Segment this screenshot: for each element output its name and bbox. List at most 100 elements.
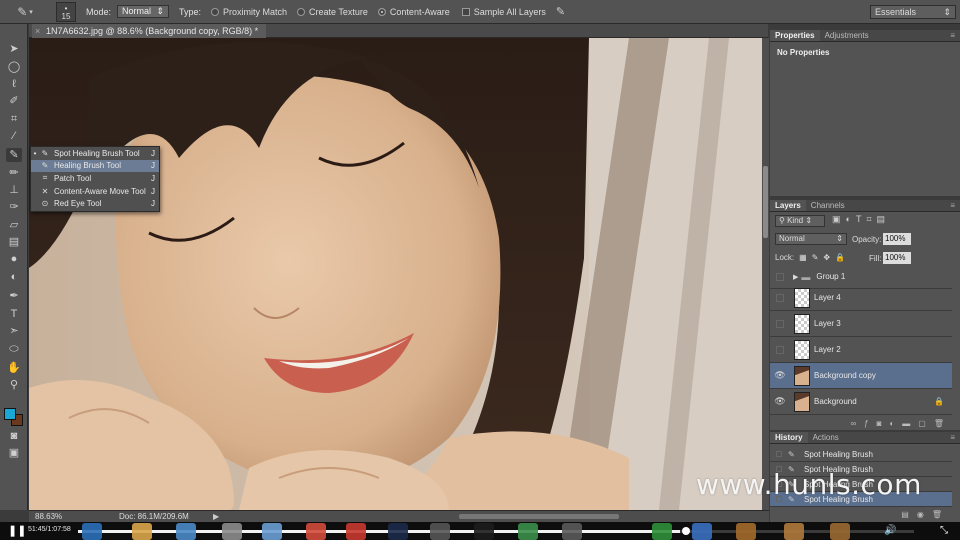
- shape-filter-icon[interactable]: ⌗: [866, 214, 876, 224]
- snapshot-icon[interactable]: ◉: [917, 510, 932, 519]
- dock-app-icon[interactable]: [176, 523, 196, 540]
- type-filter-icon[interactable]: T: [856, 214, 867, 224]
- shape-tool-icon[interactable]: ⬭: [6, 342, 22, 356]
- document-tab[interactable]: × 1N7A6632.jpg @ 88.6% (Background copy, …: [32, 24, 267, 38]
- trash-icon[interactable]: 🗑: [932, 510, 950, 519]
- canvas-vertical-scrollbar[interactable]: [762, 38, 769, 510]
- dock-app-icon[interactable]: [82, 523, 102, 540]
- zoom-level[interactable]: 88.63%: [35, 511, 62, 522]
- clone-stamp-tool-icon[interactable]: ⊥: [6, 183, 22, 197]
- layer-row-background-copy[interactable]: 👁 Background copy: [770, 363, 952, 389]
- document-canvas[interactable]: [29, 38, 762, 510]
- blend-mode-select[interactable]: Normal ⇕: [775, 233, 847, 245]
- tab-layers[interactable]: Layers: [770, 200, 806, 211]
- layer-filter-icons[interactable]: ▣◐T⌗▤: [832, 214, 890, 225]
- horizontal-scrollbar-thumb[interactable]: [459, 514, 619, 519]
- lock-all-icon[interactable]: 🔒: [835, 253, 845, 262]
- radio-proximity-match[interactable]: Proximity Match: [211, 7, 287, 17]
- tab-channels[interactable]: Channels: [806, 200, 850, 211]
- eyedropper-tool-icon[interactable]: ⁄: [6, 129, 22, 143]
- adjustment-icon[interactable]: ◐: [889, 419, 902, 428]
- layer-filter-select[interactable]: ⚲ Kind ⇕: [775, 215, 825, 227]
- close-icon[interactable]: ×: [35, 24, 40, 38]
- history-state[interactable]: ✎ Spot Healing Brush: [770, 447, 952, 462]
- dock-app-icon[interactable]: [736, 523, 756, 540]
- exit-fullscreen-icon[interactable]: ⤡: [940, 525, 948, 536]
- brush-tool-icon[interactable]: ✏: [6, 166, 22, 180]
- crop-tool-icon[interactable]: ⌗: [6, 112, 22, 126]
- dock-app-icon[interactable]: [430, 523, 450, 540]
- visibility-toggle[interactable]: [776, 293, 784, 302]
- dock-app-icon[interactable]: [784, 523, 804, 540]
- folder-icon[interactable]: ▬: [902, 419, 918, 428]
- dock-app-icon[interactable]: [652, 523, 672, 540]
- link-icon[interactable]: ∞: [850, 419, 864, 428]
- history-brush-tool-icon[interactable]: ✑: [6, 200, 22, 214]
- scrollbar-thumb[interactable]: [763, 166, 768, 238]
- dock-app-icon[interactable]: [830, 523, 850, 540]
- flyout-item-patch[interactable]: ⌗ Patch Tool J: [31, 172, 159, 185]
- tab-history[interactable]: History: [770, 432, 808, 443]
- marquee-tool-icon[interactable]: ◯: [6, 60, 22, 74]
- healing-tool-icon[interactable]: ✎: [6, 148, 22, 162]
- mask-icon[interactable]: ◙: [877, 419, 890, 428]
- move-tool-icon[interactable]: ➤: [6, 42, 22, 56]
- fill-input[interactable]: 100%: [883, 252, 911, 264]
- layer-row-layer-3[interactable]: Layer 3: [770, 311, 952, 337]
- pressure-brush-icon[interactable]: ✎: [556, 5, 565, 18]
- tab-properties[interactable]: Properties: [770, 30, 820, 41]
- flyout-item-healing-brush[interactable]: ✎ Healing Brush Tool J: [31, 159, 159, 173]
- foreground-color-swatch[interactable]: [4, 408, 16, 420]
- fx-icon[interactable]: ƒ: [864, 419, 876, 428]
- visibility-toggle[interactable]: [776, 272, 784, 281]
- dock-app-icon[interactable]: [346, 523, 366, 540]
- eye-icon[interactable]: 👁: [770, 396, 790, 407]
- brush-size-picker[interactable]: • 15: [56, 1, 76, 22]
- adjustment-filter-icon[interactable]: ◐: [846, 214, 856, 224]
- gradient-tool-icon[interactable]: ▤: [6, 235, 22, 249]
- progress-knob[interactable]: [682, 527, 690, 535]
- panel-menu-icon[interactable]: ≡: [945, 30, 960, 41]
- path-selection-tool-icon[interactable]: ➣: [6, 324, 22, 338]
- dock-app-icon[interactable]: [132, 523, 152, 540]
- dock-app-icon[interactable]: [388, 523, 408, 540]
- panel-menu-icon[interactable]: ≡: [945, 200, 960, 211]
- blur-tool-icon[interactable]: ●: [6, 252, 22, 266]
- dock-app-icon[interactable]: [518, 523, 538, 540]
- eraser-tool-icon[interactable]: ▱: [6, 218, 22, 232]
- flyout-item-content-aware-move[interactable]: ✕ Content-Aware Move Tool J: [31, 185, 159, 198]
- new-document-icon[interactable]: ▤: [901, 510, 917, 519]
- panel-menu-icon[interactable]: ≡: [945, 432, 960, 443]
- status-menu-arrow-icon[interactable]: ▶: [213, 511, 219, 522]
- type-tool-icon[interactable]: T: [6, 307, 22, 321]
- layer-row-background[interactable]: 👁 Background 🔒: [770, 389, 952, 415]
- dock-app-icon[interactable]: [222, 523, 242, 540]
- tab-actions[interactable]: Actions: [808, 432, 844, 443]
- pen-tool-icon[interactable]: ✒: [6, 289, 22, 303]
- quick-mask-icon[interactable]: ◙: [6, 429, 22, 443]
- smart-object-filter-icon[interactable]: ▤: [877, 214, 891, 224]
- hand-tool-icon[interactable]: ✋: [6, 361, 22, 375]
- sample-all-layers-checkbox[interactable]: Sample All Layers: [461, 7, 546, 17]
- opacity-input[interactable]: 100%: [883, 233, 911, 245]
- lock-position-icon[interactable]: ✥: [823, 253, 830, 262]
- flyout-item-red-eye[interactable]: ⊙ Red Eye Tool J: [31, 197, 159, 210]
- dodge-tool-icon[interactable]: ◐: [6, 270, 22, 284]
- eye-icon[interactable]: 👁: [770, 370, 790, 381]
- trash-icon[interactable]: 🗑: [934, 419, 952, 428]
- lasso-tool-icon[interactable]: ℓ: [6, 77, 22, 91]
- tool-preset-picker[interactable]: ✎ ▾: [12, 3, 38, 21]
- screen-mode-icon[interactable]: ▣: [6, 446, 22, 460]
- visibility-toggle[interactable]: [776, 345, 784, 354]
- volume-icon[interactable]: 🔊: [884, 525, 896, 536]
- dock-app-icon[interactable]: [692, 523, 712, 540]
- layer-row-layer-2[interactable]: Layer 2: [770, 337, 952, 363]
- new-layer-icon[interactable]: ▢: [918, 419, 934, 428]
- pause-icon[interactable]: ❚❚: [8, 525, 26, 537]
- quick-selection-tool-icon[interactable]: ✐: [6, 94, 22, 108]
- radio-create-texture[interactable]: Create Texture: [297, 7, 368, 17]
- radio-content-aware[interactable]: Content-Aware: [377, 7, 450, 17]
- flyout-item-spot-healing-brush[interactable]: • ✎ Spot Healing Brush Tool J: [31, 147, 159, 160]
- zoom-tool-icon[interactable]: ⚲: [6, 378, 22, 392]
- disclosure-arrow-icon[interactable]: ▶: [793, 273, 798, 281]
